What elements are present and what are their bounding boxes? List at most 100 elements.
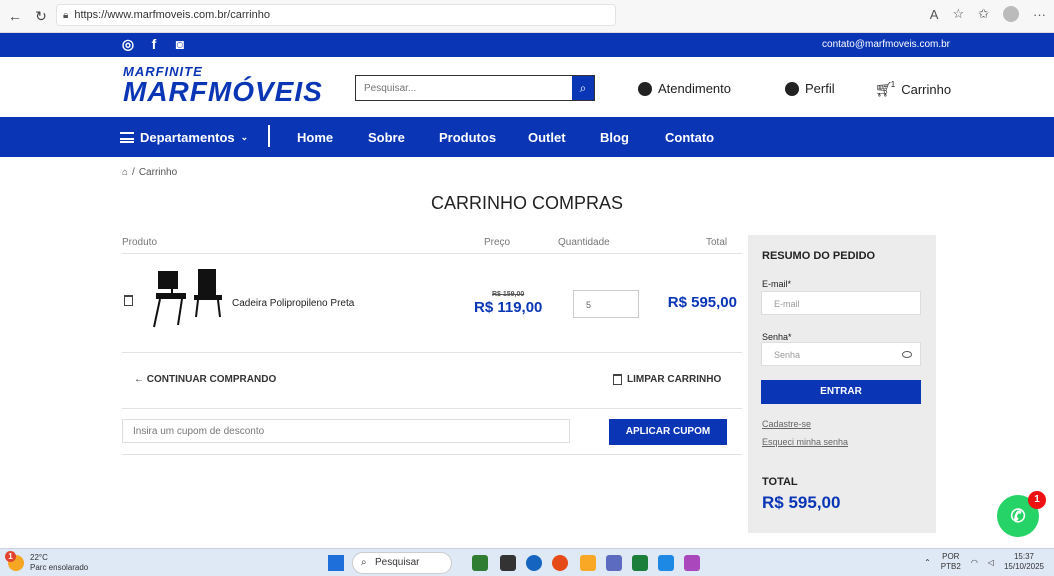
password-placeholder: Senha [774,350,801,360]
quantity-input[interactable]: 5 [573,290,639,318]
whatsapp-icon[interactable]: ◎ [120,36,136,52]
volume-icon[interactable]: ◁ [988,558,994,567]
social-links: ◎ f ◙ [120,36,188,53]
app-icon[interactable] [684,555,700,571]
divider [122,454,742,455]
atendimento-link[interactable]: Atendimento [638,81,731,96]
trash-icon [613,374,622,385]
language-indicator[interactable]: POR PTB2 [941,552,961,572]
nav-item-outlet[interactable]: Outlet [528,130,566,145]
lang-bottom: PTB2 [940,562,961,571]
wifi-icon[interactable]: ◠ [971,558,978,567]
address-bar[interactable]: 🔒︎ https://www.marfmoveis.com.br/carrinh… [56,4,616,26]
time: 15:37 [1013,552,1034,561]
instagram-icon[interactable]: ◙ [172,36,188,52]
excel-icon[interactable] [632,555,648,571]
taskbar: 1 22°C Parc ensolarado ⌕ Pesquisar ⌃ POR… [0,548,1054,576]
weather-temp: 22°C [30,553,48,562]
hamburger-icon [120,132,134,143]
breadcrumb-current: Carrinho [138,167,178,178]
nav-item-blog[interactable]: Blog [600,130,629,145]
column-header-total: Total [706,237,728,248]
notification-badge: 1 [1028,491,1046,509]
headset-icon [638,81,652,96]
eye-icon[interactable] [902,351,912,358]
back-icon[interactable]: ← [4,5,26,27]
app-icon[interactable] [472,555,488,571]
perfil-link[interactable]: Perfil [785,81,835,96]
departamentos-label: Departamentos [140,130,235,145]
atendimento-label: Atendimento [658,81,731,96]
edge-icon[interactable] [526,555,542,571]
product-name[interactable]: Cadeira Polipropileno Preta [232,298,354,309]
whatsapp-icon: ✆ [1010,505,1026,526]
contact-email[interactable]: contato@marfmoveis.com.br [822,39,950,50]
nav-item-contato[interactable]: Contato [665,130,714,145]
forgot-password-link[interactable]: Esqueci minha senha [762,437,848,447]
register-link[interactable]: Cadastre-se [762,419,811,429]
taskbar-search-label: Pesquisar [375,557,420,568]
read-aloud-icon[interactable]: A [930,7,939,22]
chevron-down-icon: ⌄ [240,132,249,142]
nav-item-produtos[interactable]: Produtos [439,130,496,145]
email-field[interactable]: E-mail [761,291,921,315]
outlook-icon[interactable] [658,555,674,571]
taskbar-search[interactable]: ⌕ Pesquisar [352,552,452,574]
clock[interactable]: 15:37 15/10/2025 [1004,552,1044,572]
row-total: R$ 595,00 [667,294,737,311]
profile-avatar[interactable] [1003,6,1019,22]
weather-widget[interactable]: 1 22°C Parc ensolarado [5,551,89,573]
lang-top: POR [942,552,960,561]
clear-cart-link[interactable]: LIMPAR CARRINHO [613,374,721,385]
date: 15/10/2025 [1003,562,1044,571]
refresh-icon[interactable]: ↻ [30,5,52,27]
user-icon [785,81,799,96]
browser-toolbar: ← ↻ 🔒︎ https://www.marfmoveis.com.br/car… [0,0,1054,33]
favorite-star-icon[interactable]: ☆ [952,6,964,22]
column-header-preco: Preço [484,237,511,248]
nav-divider [268,125,270,147]
teams-icon[interactable] [606,555,622,571]
departamentos-menu[interactable]: Departamentos ⌄ [120,130,248,145]
chrome-icon[interactable] [552,555,568,571]
coupon-input[interactable]: Insira um cupom de desconto [122,419,570,443]
weather-desc: Parc ensolarado [30,563,89,572]
nav-item-home[interactable]: Home [297,130,333,145]
home-icon[interactable]: ⌂ [122,167,128,178]
more-menu-icon[interactable]: ··· [1033,7,1046,22]
search-input[interactable] [356,76,572,100]
product-image[interactable] [152,267,224,329]
summary-title: RESUMO DO PEDIDO [762,250,876,262]
password-field[interactable]: Senha [761,342,921,366]
chevron-up-icon[interactable]: ⌃ [924,558,931,567]
divider [122,408,742,409]
favorites-icon[interactable]: ✩ [978,6,989,22]
perfil-label: Perfil [805,81,835,96]
password-label: Senha* [762,332,792,342]
page-title: CARRINHO COMPRAS [430,193,623,213]
login-button[interactable]: ENTRAR [761,380,921,404]
nav-item-sobre[interactable]: Sobre [368,130,405,145]
breadcrumb-separator: / [132,167,135,178]
email-label: E-mail* [762,279,792,289]
facebook-icon[interactable]: f [146,36,162,52]
carrinho-label: Carrinho [901,82,952,97]
column-header-produto: Produto [122,237,158,248]
search-icon: ⌕ [361,557,367,568]
folder-icon[interactable] [580,555,596,571]
app-icon[interactable] [500,555,516,571]
remove-item-icon[interactable] [124,295,133,306]
apply-coupon-button[interactable]: APLICAR CUPOM [609,419,727,445]
unit-price: R$ 119,00 [474,299,543,316]
divider [122,352,742,353]
total-value: R$ 595,00 [762,493,841,512]
site-logo[interactable]: MARFINITE MARFMÓVEIS [123,65,323,106]
top-bar: ◎ f ◙ contato@marfmoveis.com.br [0,33,1054,57]
logo-main-text: MARFMÓVEIS [123,76,323,107]
start-icon[interactable] [328,555,344,571]
search-icon[interactable]: ⌕ [572,76,594,100]
site-header: MARFINITE MARFMÓVEIS ⌕ Atendimento Perfi… [0,57,1054,117]
column-header-quantidade: Quantidade [558,237,610,248]
continue-shopping-link[interactable]: ← CONTINUAR COMPRANDO [134,374,276,385]
carrinho-link[interactable]: 🛒︎ 1 Carrinho [875,80,952,98]
